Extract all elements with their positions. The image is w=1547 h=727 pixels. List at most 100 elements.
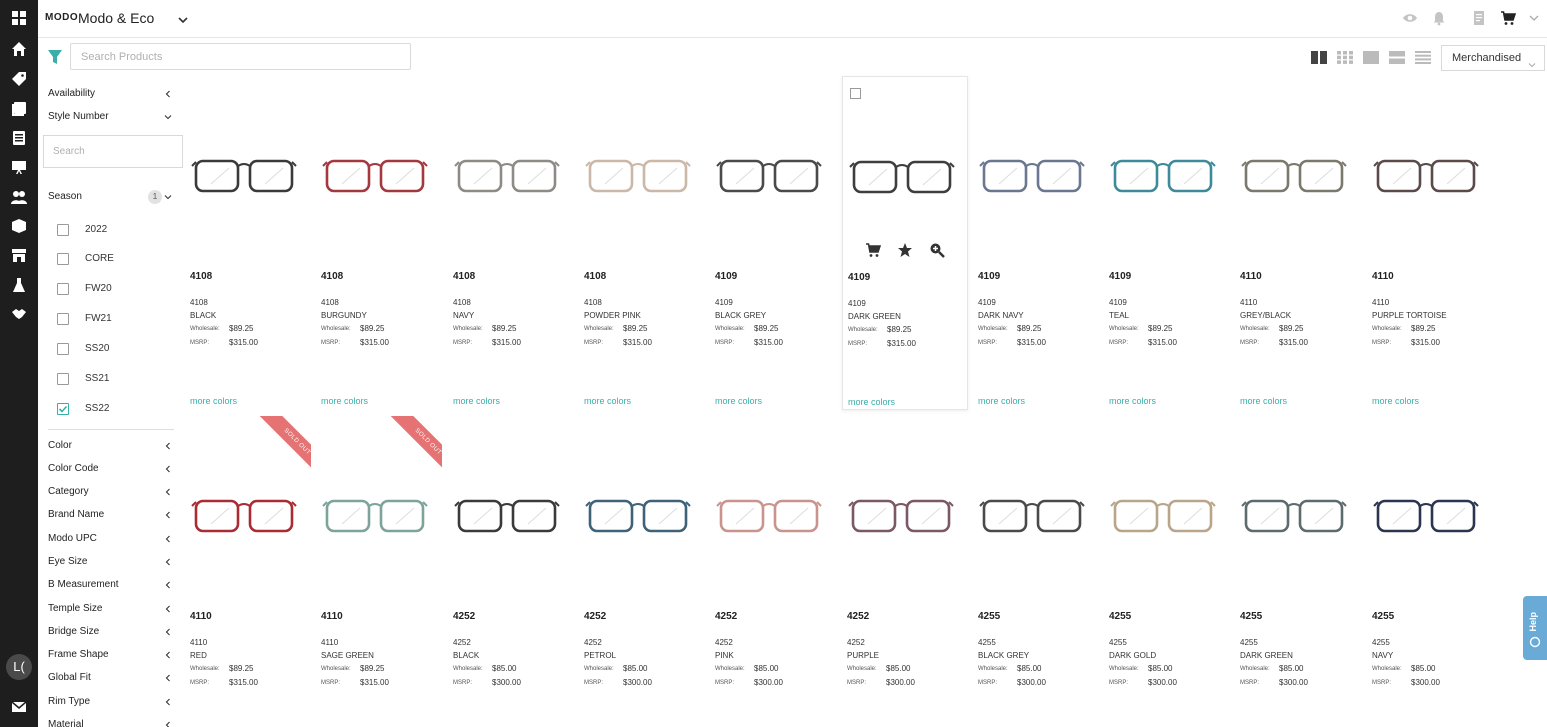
product-card[interactable]: 4252 4252 BLACK Wholesale: $85.00 MSRP: $300.0… [448, 416, 574, 727]
facet-frame-shape[interactable]: Frame Shape [48, 646, 172, 664]
facet-material[interactable]: Material [48, 716, 172, 727]
mail-icon[interactable] [9, 697, 29, 717]
alert-icon[interactable] [9, 275, 29, 295]
presentation-icon[interactable] [9, 157, 29, 177]
facet-color-code[interactable]: Color Code [48, 460, 172, 478]
more-colors-link[interactable]: more colors [584, 396, 631, 406]
product-image[interactable] [714, 488, 824, 538]
product-image[interactable] [583, 148, 693, 198]
bell-icon[interactable] [1431, 10, 1447, 26]
product-image[interactable] [1371, 488, 1481, 538]
dashboard-icon[interactable] [9, 8, 29, 28]
facet-color[interactable]: Color [48, 437, 172, 455]
select-checkbox[interactable] [850, 88, 861, 99]
facet-rim-type[interactable]: Rim Type [48, 693, 172, 711]
single-view-icon[interactable] [1363, 51, 1379, 64]
account-name[interactable]: Modo & Eco [78, 10, 154, 26]
customers-icon[interactable] [9, 187, 29, 207]
filter-icon[interactable] [47, 49, 63, 65]
zoom-in-icon[interactable] [929, 242, 945, 258]
facet-temple-size[interactable]: Temple Size [48, 600, 172, 618]
product-image[interactable] [189, 488, 299, 538]
style-number-search-input[interactable] [43, 135, 183, 168]
more-colors-link[interactable]: more colors [453, 396, 500, 406]
more-colors-link[interactable]: more colors [715, 396, 762, 406]
product-card[interactable]: 4255 4255 DARK GOLD Wholesale: $85.00 MSRP: $3… [1104, 416, 1230, 727]
store-icon[interactable] [9, 245, 29, 265]
more-colors-link[interactable]: more colors [1240, 396, 1287, 406]
tag-icon[interactable] [9, 69, 29, 89]
checkbox[interactable] [57, 253, 69, 265]
product-image[interactable] [189, 148, 299, 198]
search-input[interactable] [70, 43, 411, 70]
product-card[interactable]: 4110 4110 RED Wholesale: $89.25 MSRP: $315.00 S… [185, 416, 311, 727]
product-card[interactable]: 4255 4255 BLACK GREY Wholesale: $85.00 MSRP: $… [973, 416, 1099, 727]
checkbox[interactable] [57, 343, 69, 355]
product-card[interactable]: 4109 4109 BLACK GREY Wholesale: $89.25 MSRP: $… [710, 76, 836, 410]
eye-icon[interactable] [1402, 10, 1418, 26]
catalog-icon[interactable] [9, 99, 29, 119]
product-image[interactable] [847, 149, 957, 199]
more-colors-link[interactable]: more colors [190, 396, 237, 406]
product-image[interactable] [583, 488, 693, 538]
more-colors-link[interactable]: more colors [848, 397, 895, 407]
sort-select[interactable]: Merchandised [1441, 45, 1545, 71]
product-card[interactable]: 4108 4108 POWDER PINK Wholesale: $89.25 MSRP:… [579, 76, 705, 410]
product-card[interactable]: 4108 4108 BLACK Wholesale: $89.25 MSRP: $315.0… [185, 76, 311, 410]
chevron-down-icon[interactable] [1529, 10, 1539, 26]
product-card[interactable]: 4252 4252 PURPLE Wholesale: $85.00 MSRP: $300.… [842, 416, 968, 727]
more-colors-link[interactable]: more colors [321, 396, 368, 406]
product-image[interactable] [320, 148, 430, 198]
small-grid-view-icon[interactable] [1337, 51, 1353, 64]
more-colors-link[interactable]: more colors [1372, 396, 1419, 406]
help-tab[interactable]: Help [1523, 596, 1547, 660]
product-image[interactable] [1371, 148, 1481, 198]
product-image[interactable] [1108, 488, 1218, 538]
product-image[interactable] [977, 488, 1087, 538]
product-image[interactable] [714, 148, 824, 198]
large-grid-view-icon[interactable] [1311, 51, 1327, 64]
user-avatar[interactable]: L( [6, 654, 32, 680]
handshake-icon[interactable] [9, 304, 29, 324]
product-card[interactable]: 4108 4108 NAVY Wholesale: $89.25 MSRP: $315.00… [448, 76, 574, 410]
cart-icon[interactable] [1500, 10, 1516, 26]
product-card[interactable]: 4252 4252 PINK Wholesale: $85.00 MSRP: $300.00 [710, 416, 836, 727]
product-card[interactable]: 4108 4108 BURGUNDY Wholesale: $89.25 MSRP: $31… [316, 76, 442, 410]
product-card[interactable]: 4109 4109 DARK GREEN Wholesale: $89.25 MSRP: $… [842, 76, 968, 410]
more-colors-link[interactable]: more colors [1109, 396, 1156, 406]
product-image[interactable] [320, 488, 430, 538]
product-card[interactable]: 4110 4110 SAGE GREEN Wholesale: $89.25 MSRP: $… [316, 416, 442, 727]
checkbox[interactable] [57, 224, 69, 236]
document-icon[interactable] [1471, 10, 1487, 26]
orders-icon[interactable] [9, 128, 29, 148]
list-view-icon[interactable] [1389, 51, 1405, 64]
product-image[interactable] [1239, 488, 1349, 538]
facet-bridge-size[interactable]: Bridge Size [48, 623, 172, 641]
product-card[interactable]: 4110 4110 PURPLE TORTOISE Wholesale: $89.25 M… [1367, 76, 1493, 410]
facet-global-fit[interactable]: Global Fit [48, 669, 172, 687]
product-image[interactable] [452, 488, 562, 538]
product-image[interactable] [846, 488, 956, 538]
facet-style-number[interactable]: Style Number [48, 108, 172, 126]
facet-availability[interactable]: Availability [48, 85, 172, 103]
facet-brand-name[interactable]: Brand Name [48, 506, 172, 524]
product-card[interactable]: 4110 4110 GREY/BLACK Wholesale: $89.25 MSRP: $… [1235, 76, 1361, 410]
home-icon[interactable] [9, 39, 29, 59]
checkbox-checked[interactable] [57, 403, 69, 415]
checkbox[interactable] [57, 373, 69, 385]
facet-eye-size[interactable]: Eye Size [48, 553, 172, 571]
chevron-down-icon[interactable] [177, 13, 189, 25]
more-colors-link[interactable]: more colors [978, 396, 1025, 406]
product-image[interactable] [977, 148, 1087, 198]
compact-list-view-icon[interactable] [1415, 51, 1431, 64]
product-image[interactable] [452, 148, 562, 198]
facet-season[interactable]: Season 1 [48, 188, 172, 206]
product-card[interactable]: 4255 4255 DARK GREEN Wholesale: $85.00 MSRP: $… [1235, 416, 1361, 727]
checkbox[interactable] [57, 283, 69, 295]
inventory-icon[interactable] [9, 216, 29, 236]
star-icon[interactable] [897, 242, 913, 258]
add-to-cart-icon[interactable] [865, 242, 881, 258]
product-image[interactable] [1239, 148, 1349, 198]
product-card[interactable]: 4109 4109 DARK NAVY Wholesale: $89.25 MSRP: $3… [973, 76, 1099, 410]
facet-b-measurement[interactable]: B Measurement [48, 576, 172, 594]
